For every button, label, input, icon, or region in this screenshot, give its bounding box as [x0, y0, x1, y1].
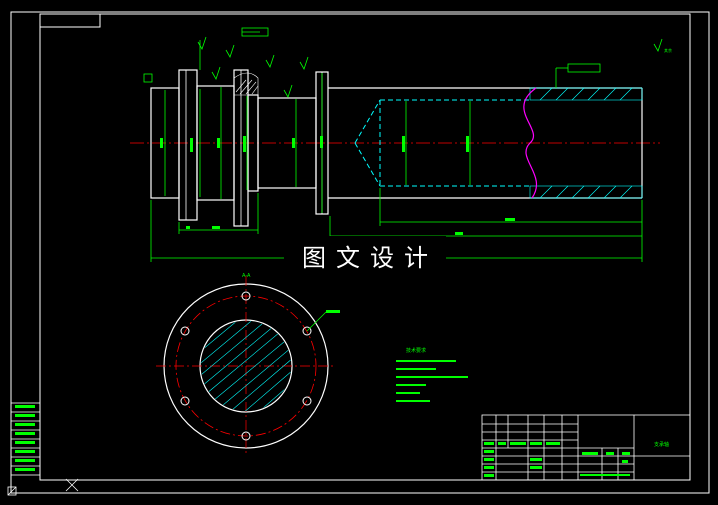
title-block-part-name: 支承轴 — [654, 441, 669, 448]
watermark-text: 图文设计 — [302, 243, 438, 272]
tech-requirements-title: 技术要求 — [406, 347, 426, 354]
roughness-note-top-right: 其余 — [664, 47, 672, 53]
watermark-banner: 图文设计 — [284, 236, 446, 274]
hole-note — [326, 310, 340, 313]
section-label: A-A — [242, 273, 251, 279]
